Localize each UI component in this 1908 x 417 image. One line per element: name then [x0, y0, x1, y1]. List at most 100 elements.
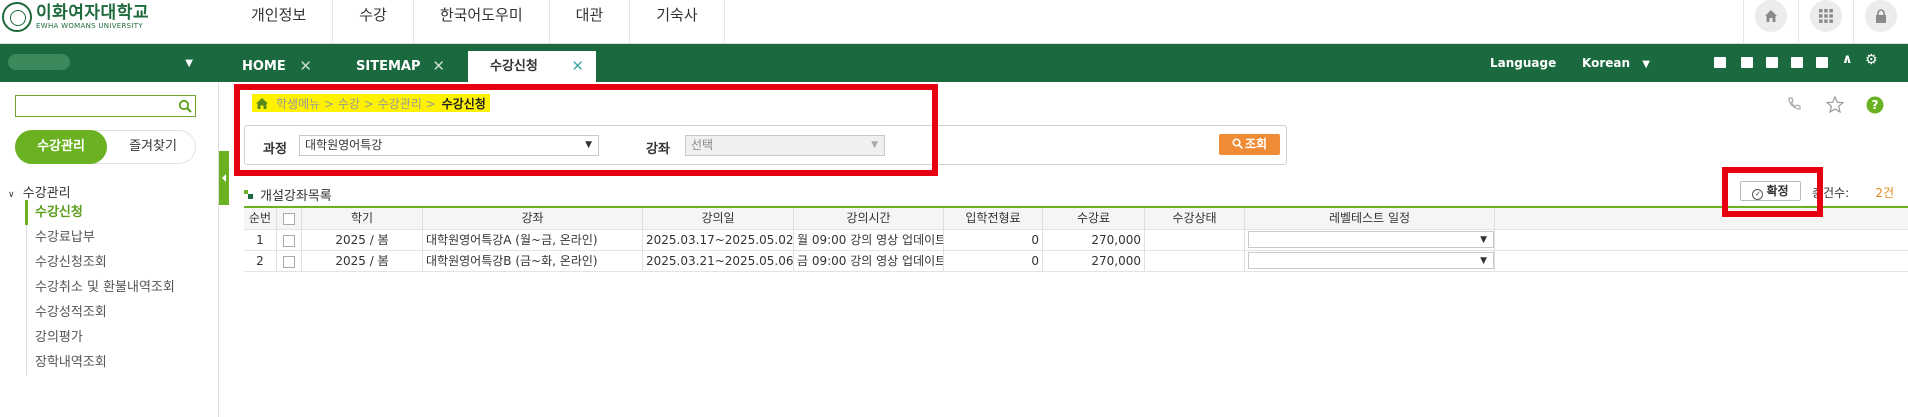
- menu-search-input[interactable]: [15, 95, 196, 117]
- tab-sitemap[interactable]: SITEMAP ✕: [340, 51, 455, 82]
- pill-favorites[interactable]: 즐겨찾기: [110, 131, 196, 163]
- gnb-item-personal-info[interactable]: 개인정보: [225, 0, 334, 44]
- cell-dates: 2025.03.17~2025.05.02: [643, 230, 794, 250]
- col-header-status: 수강상태: [1145, 208, 1245, 229]
- search-button[interactable]: 조회: [1219, 134, 1280, 155]
- close-icon[interactable]: ✕: [299, 51, 312, 82]
- cell-level-test: ▼: [1245, 251, 1495, 271]
- star-icon[interactable]: [1825, 95, 1845, 117]
- user-selector[interactable]: ▼: [8, 54, 193, 72]
- level-test-select[interactable]: ▼: [1248, 252, 1494, 269]
- university-logo[interactable]: 이화여자대학교 EWHA WOMANS UNIVERSITY: [2, 2, 149, 32]
- select-all-checkbox[interactable]: [283, 212, 295, 225]
- menu-search-field[interactable]: [19, 97, 169, 115]
- table-row[interactable]: 1 2025 / 봄 대학원영어특강A (월~금, 온라인) 2025.03.1…: [244, 230, 1908, 251]
- col-header-tuition: 수강료: [1043, 208, 1145, 229]
- search-icon[interactable]: [178, 99, 192, 116]
- sidebar-collapse-handle[interactable]: [219, 151, 229, 205]
- tab-home-label: HOME: [242, 59, 286, 74]
- sidebar-item-course-registration[interactable]: 수강신청: [25, 200, 195, 225]
- col-header-course: 강좌: [423, 208, 643, 229]
- row-checkbox[interactable]: [283, 255, 295, 268]
- left-sidebar: 수강관리 즐겨찾기 ∨ 수강관리 수강신청 수강료납부 수강신청조회 수강취소 …: [0, 82, 219, 417]
- sidebar-item-registration-inquiry[interactable]: 수강신청조회: [27, 250, 197, 275]
- tree-group-course-management[interactable]: ∨ 수강관리: [8, 182, 71, 201]
- cell-time: 월 09:00 강의 영상 업데이트: [794, 230, 944, 250]
- language-select[interactable]: Korean ▼: [1582, 44, 1650, 82]
- tab-course-registration-label: 수강신청: [490, 59, 538, 74]
- sidebar-item-scholarship[interactable]: 장학내역조회: [27, 350, 197, 375]
- tab-sitemap-label: SITEMAP: [356, 59, 421, 74]
- help-icon[interactable]: ?: [1866, 96, 1884, 117]
- phone-icon[interactable]: [1786, 96, 1802, 117]
- col-header-level-test: 레벨테스트 일정: [1245, 208, 1495, 229]
- search-button-label: 조회: [1244, 137, 1268, 151]
- cell-no: 2: [244, 251, 277, 271]
- col-header-dates: 강의일: [643, 208, 794, 229]
- layout-icon[interactable]: [1741, 57, 1753, 68]
- annotation-box-filter: [234, 84, 938, 176]
- tab-home[interactable]: HOME ✕: [226, 51, 324, 82]
- tab-course-registration[interactable]: 수강신청 ✕: [468, 51, 596, 82]
- cell-course: 대학원영어특강B (금~화, 온라인): [423, 251, 643, 271]
- row-checkbox[interactable]: [283, 234, 295, 247]
- col-header-time: 강의시간: [794, 208, 944, 229]
- minimize-icon[interactable]: [1791, 57, 1803, 68]
- course-list-title-text: 개설강좌목록: [260, 189, 332, 204]
- chevron-down-icon: ▼: [1642, 59, 1650, 70]
- tab-bar: ▼ HOME ✕ SITEMAP ✕ 수강신청 ✕ Language Korea…: [0, 44, 1908, 82]
- table-header-row: 순번 학기 강좌 강의일 강의시간 입학전형료 수강료 수강상태 레벨테스트 일…: [244, 208, 1908, 230]
- chevron-down-icon: ▼: [1480, 256, 1487, 266]
- gnb-item-korean-helper[interactable]: 한국어도우미: [414, 0, 550, 44]
- sidebar-item-course-evaluation[interactable]: 강의평가: [27, 325, 197, 350]
- user-name-redacted: [8, 54, 70, 70]
- language-value: Korean: [1582, 56, 1631, 70]
- cell-status: [1145, 251, 1245, 271]
- cell-tuition: 270,000: [1043, 230, 1145, 250]
- page-utility-icons: ?: [1786, 95, 1884, 117]
- lock-icon[interactable]: [1865, 0, 1897, 32]
- sidebar-item-grades[interactable]: 수강성적조회: [27, 300, 197, 325]
- course-grid: 순번 학기 강좌 강의일 강의시간 입학전형료 수강료 수강상태 레벨테스트 일…: [244, 206, 1908, 272]
- cell-no: 1: [244, 230, 277, 250]
- expand-icon[interactable]: [1766, 57, 1778, 68]
- col-header-select: [277, 208, 302, 229]
- cell-dates: 2025.03.21~2025.05.06: [643, 251, 794, 271]
- gnb-item-dormitory[interactable]: 기숙사: [630, 0, 725, 44]
- language-label: Language: [1490, 56, 1557, 70]
- cell-entry-fee: 0: [944, 251, 1043, 271]
- section-bullet-icon: [244, 190, 253, 199]
- cell-time: 금 09:00 강의 영상 업데이트: [794, 251, 944, 271]
- cell-select: [277, 251, 302, 271]
- university-seal-icon: [2, 2, 32, 32]
- search-icon: [1232, 138, 1244, 150]
- tile-icon[interactable]: [1714, 57, 1726, 68]
- chevron-down-icon: ∨: [8, 190, 15, 200]
- col-header-no: 순번: [244, 208, 277, 229]
- level-test-select[interactable]: ▼: [1248, 231, 1494, 248]
- cell-select: [277, 230, 302, 250]
- sidebar-item-cancel-refund[interactable]: 수강취소 및 환불내역조회: [27, 275, 197, 300]
- tree-group-label: 수강관리: [22, 186, 71, 201]
- top-header: 이화여자대학교 EWHA WOMANS UNIVERSITY 개인정보 수강 한…: [0, 0, 1908, 44]
- table-row[interactable]: 2 2025 / 봄 대학원영어특강B (금~화, 온라인) 2025.03.2…: [244, 251, 1908, 272]
- gnb-item-rental[interactable]: 대관: [550, 0, 631, 44]
- apps-grid-icon[interactable]: [1810, 0, 1842, 32]
- gnb-item-courses[interactable]: 수강: [333, 0, 414, 44]
- close-icon[interactable]: ✕: [571, 51, 584, 82]
- sidebar-item-tuition-payment[interactable]: 수강료납부: [27, 225, 197, 250]
- global-nav: 개인정보 수강 한국어도우미 대관 기숙사: [225, 0, 725, 44]
- cell-level-test: ▼: [1245, 230, 1495, 250]
- logo-english-name: EWHA WOMANS UNIVERSITY: [36, 21, 143, 30]
- chevron-down-icon: ▼: [1480, 235, 1487, 245]
- settings-icon[interactable]: ⚙: [1865, 52, 1878, 68]
- collapse-up-icon[interactable]: ∧: [1842, 52, 1853, 67]
- total-count-value: 2건: [1875, 186, 1894, 200]
- fit-icon[interactable]: [1816, 57, 1828, 68]
- sidebar-menu-tree: 수강신청 수강료납부 수강신청조회 수강취소 및 환불내역조회 수강성적조회 강…: [25, 200, 197, 375]
- home-icon[interactable]: [1755, 0, 1787, 32]
- cell-tuition: 270,000: [1043, 251, 1145, 271]
- close-icon[interactable]: ✕: [432, 51, 445, 82]
- annotation-box-confirm: [1722, 167, 1823, 217]
- pill-course-management[interactable]: 수강관리: [15, 130, 107, 164]
